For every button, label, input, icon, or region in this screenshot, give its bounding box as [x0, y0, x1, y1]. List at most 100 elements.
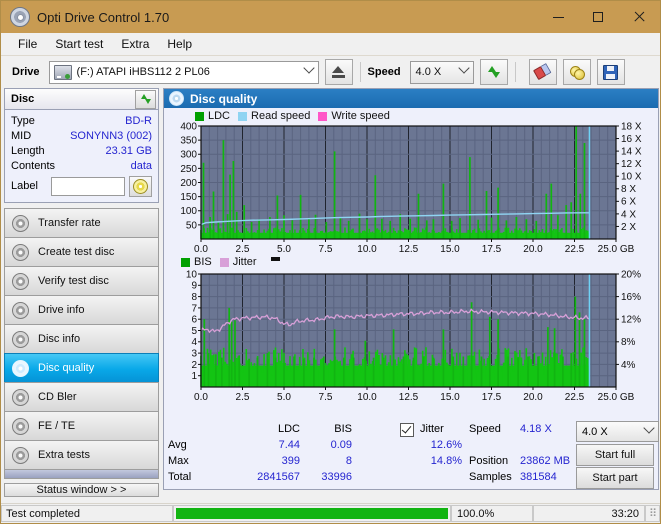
sidebar-item-disc-info[interactable]: Disc info [4, 324, 159, 353]
menu-start-test[interactable]: Start test [46, 35, 112, 53]
disc-refresh-button[interactable] [135, 89, 156, 109]
disc-panel-body: Type BD-R MID SONYNN3 (002) Length 23.31… [5, 110, 158, 202]
sidebar-item-cd-bler[interactable]: CD Bler [4, 382, 159, 411]
svg-text:12%: 12% [621, 315, 641, 326]
refresh-button[interactable] [479, 59, 508, 85]
erase-button[interactable] [528, 59, 557, 85]
legend-label-read-speed: Read speed [251, 110, 311, 122]
menu-help[interactable]: Help [158, 35, 201, 53]
svg-text:150: 150 [180, 192, 197, 203]
svg-text:25.0 GB: 25.0 GB [598, 392, 635, 403]
refresh-icon [140, 93, 152, 105]
position-stat-value: 23862 MB [520, 455, 571, 467]
svg-text:3: 3 [191, 349, 197, 360]
chevron-down-icon [302, 61, 315, 75]
svg-text:2.5: 2.5 [236, 244, 250, 255]
jitter-checkbox[interactable] [400, 423, 414, 437]
svg-text:22.5: 22.5 [565, 392, 585, 403]
application-window: Opti Drive Control 1.70 File Start test … [0, 0, 661, 524]
stats-row-avg: Avg [168, 439, 187, 451]
svg-text:350: 350 [180, 136, 197, 147]
sidebar-item-label: Create test disc [38, 246, 115, 258]
sidebar-item-disc-quality[interactable]: Disc quality [4, 353, 159, 382]
svg-text:0.0: 0.0 [194, 392, 208, 403]
drive-toolbar: Drive (F:) ATAPI iHBS112 2 PL06 Speed 4.… [1, 56, 660, 88]
cd-disc-icon [133, 178, 148, 194]
sidebar-item-extra-tests[interactable]: Extra tests [4, 440, 159, 470]
disc-value: data [130, 159, 152, 172]
status-window-button[interactable]: Status window > > [4, 483, 159, 497]
svg-text:4 X: 4 X [621, 209, 636, 220]
stats-row-max: Max [168, 455, 189, 467]
toolbar-divider-2 [514, 62, 516, 82]
resize-grip[interactable]: ⠿ [645, 505, 660, 522]
menu-extra[interactable]: Extra [112, 35, 158, 53]
elapsed-time: 33:20 [533, 505, 645, 522]
svg-text:20.0: 20.0 [523, 392, 543, 403]
disc-icon [12, 388, 29, 406]
disc-panel-header: Disc [5, 89, 158, 110]
svg-text:7.5: 7.5 [319, 392, 333, 403]
disc-label-key: Label [11, 180, 38, 192]
speed-label: Speed [367, 66, 401, 78]
disc-label-button[interactable] [129, 175, 152, 197]
sidebar-filler [4, 470, 159, 479]
disc-label-input[interactable] [51, 176, 125, 196]
legend-label-bis: BIS [194, 256, 212, 268]
stats-jitter-max: 14.8% [430, 455, 462, 467]
disc-icon [12, 417, 29, 435]
disc-icon [12, 359, 29, 377]
sidebar-item-drive-info[interactable]: Drive info [4, 295, 159, 324]
svg-text:1: 1 [191, 371, 197, 382]
left-sidebar: Disc Type BD-R MID SONYNN3 (002) Length … [4, 88, 159, 497]
stats-col-ldc: LDC [277, 423, 300, 435]
svg-text:5.0: 5.0 [277, 244, 291, 255]
window-controls [538, 1, 660, 33]
svg-text:12.5: 12.5 [399, 244, 419, 255]
test-speed-select[interactable]: 4.0 X [576, 421, 659, 442]
svg-text:100: 100 [180, 206, 197, 217]
svg-text:400: 400 [180, 121, 197, 132]
sidebar-item-label: CD Bler [38, 391, 77, 403]
stats-col-bis: BIS [334, 423, 352, 435]
test-buttons-list: Transfer rate Create test disc Verify te… [4, 208, 159, 470]
start-part-button[interactable]: Start part [576, 467, 654, 489]
coins-button[interactable] [562, 59, 591, 85]
disc-icon [12, 330, 29, 348]
legend-swatch-ldc [195, 111, 204, 121]
svg-text:0.0: 0.0 [194, 244, 208, 255]
sidebar-item-label: Extra tests [38, 449, 90, 461]
svg-text:10.0: 10.0 [357, 244, 377, 255]
sidebar-item-fe-te[interactable]: FE / TE [4, 411, 159, 440]
svg-text:5.0: 5.0 [277, 392, 291, 403]
speed-select[interactable]: 4.0 X [409, 60, 474, 84]
close-button[interactable] [618, 1, 660, 33]
disc-key: MID [11, 129, 32, 142]
sidebar-item-verify-test-disc[interactable]: Verify test disc [4, 266, 159, 295]
svg-text:10.0: 10.0 [357, 392, 377, 403]
disc-icon [12, 301, 29, 319]
svg-text:14 X: 14 X [621, 147, 642, 158]
menu-bar: File Start test Extra Help [1, 33, 660, 56]
legend-swatch-bis [181, 257, 190, 267]
disc-key: Contents [11, 159, 56, 172]
sidebar-item-create-test-disc[interactable]: Create test disc [4, 237, 159, 266]
svg-text:2 X: 2 X [621, 222, 636, 233]
minimize-button[interactable] [538, 1, 578, 33]
menu-file[interactable]: File [9, 35, 46, 53]
svg-text:20.0: 20.0 [523, 244, 543, 255]
drive-select[interactable]: (F:) ATAPI iHBS112 2 PL06 [48, 60, 319, 84]
svg-text:4%: 4% [621, 360, 636, 371]
disc-label-row: Label [11, 175, 152, 197]
disc-value: SONYNN3 (002) [70, 129, 152, 142]
eject-button[interactable] [324, 59, 353, 85]
start-full-button[interactable]: Start full [576, 444, 654, 466]
maximize-button[interactable] [578, 1, 618, 33]
save-button[interactable] [596, 59, 625, 85]
close-icon [633, 11, 645, 23]
test-speed-value: 4.0 X [582, 425, 608, 438]
svg-text:8%: 8% [621, 337, 636, 348]
sidebar-item-transfer-rate[interactable]: Transfer rate [4, 208, 159, 237]
disc-icon [12, 243, 29, 261]
svg-text:9: 9 [191, 281, 197, 292]
